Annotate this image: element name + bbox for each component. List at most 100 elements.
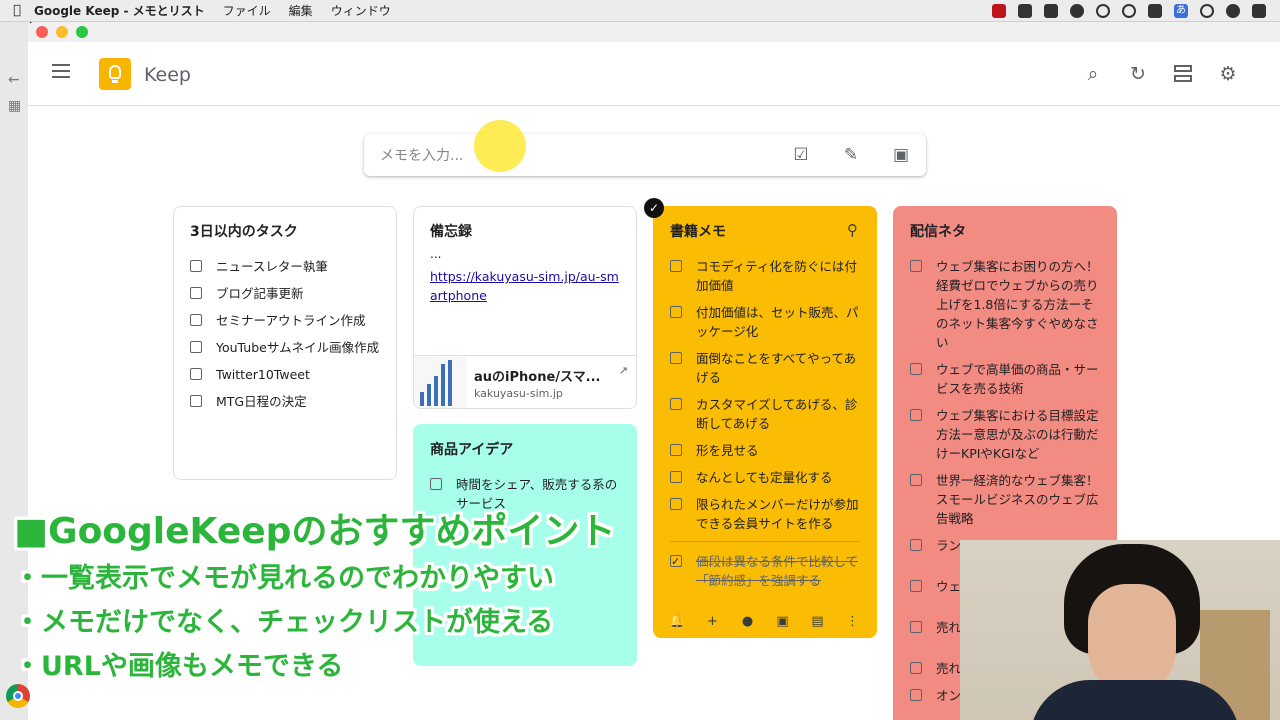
checkbox-icon[interactable]: [190, 341, 202, 353]
maximize-window-button[interactable]: [76, 26, 88, 38]
siri-icon[interactable]: [1226, 3, 1240, 18]
reminder-icon[interactable]: 🔔: [666, 614, 690, 629]
back-arrow-icon: ←: [8, 72, 20, 88]
list-item[interactable]: カスタマイズしてあげる、診断してあげる: [670, 395, 864, 433]
list-item[interactable]: 面倒なことをすべてやってあげる: [670, 349, 864, 387]
list-item[interactable]: ウェブ集客にお困りの方へ！経費ゼロでウェブからの売り上げを1.8倍にする方法ーそ…: [910, 257, 1104, 352]
take-note-input[interactable]: メモを入力... ☑ ✎ ▣: [364, 134, 926, 176]
more-icon[interactable]: ⋮: [841, 614, 865, 629]
checkbox-icon[interactable]: [910, 409, 922, 421]
menu-edit[interactable]: 編集: [289, 2, 313, 19]
main-menu-icon[interactable]: [52, 64, 70, 78]
checkbox-icon[interactable]: [670, 306, 682, 318]
search-icon[interactable]: [1081, 62, 1105, 86]
take-note-placeholder: メモを入力...: [380, 148, 464, 164]
apple-icon[interactable]: : [0, 3, 34, 18]
list-item[interactable]: ニュースレター執筆: [190, 257, 384, 276]
menu-app-name[interactable]: Google Keep - メモとリスト: [34, 2, 205, 19]
pin-icon[interactable]: ⚲: [847, 221, 858, 239]
list-item[interactable]: コモディティ化を防ぐには付加価値: [670, 257, 864, 295]
list-item[interactable]: なんとしても定量化する: [670, 468, 864, 487]
minimize-window-button[interactable]: [56, 26, 68, 38]
spotlight-icon[interactable]: [1200, 3, 1214, 18]
timer-icon[interactable]: [1096, 3, 1110, 18]
checkbox-icon[interactable]: [430, 478, 442, 490]
checkbox-icon[interactable]: [670, 471, 682, 483]
webcam-overlay: [960, 540, 1280, 720]
list-item[interactable]: ウェブ集客における目標設定方法ー意思が及ぶのは行動だけーKPIやKGIなど: [910, 406, 1104, 463]
checkbox-icon[interactable]: [190, 260, 202, 272]
note-link[interactable]: https://kakuyasu-sim.jp/au-smartphone: [430, 267, 620, 305]
checkbox-icon[interactable]: [910, 474, 922, 486]
checkbox-icon[interactable]: [670, 352, 682, 364]
wifi-icon[interactable]: [1122, 3, 1136, 18]
checkbox-icon[interactable]: [910, 621, 922, 633]
refresh-icon[interactable]: [1126, 62, 1150, 86]
caption-bullet: ・メモだけでなく、チェックリストが使える: [14, 607, 554, 638]
list-item[interactable]: MTG日程の決定: [190, 392, 384, 411]
keep-logo-icon: [99, 58, 131, 90]
checkbox-icon[interactable]: [910, 363, 922, 375]
list-item[interactable]: セミナーアウトライン作成: [190, 311, 384, 330]
list-item[interactable]: 付加価値は、セット販売、パッケージ化: [670, 303, 864, 341]
selected-check-icon[interactable]: ✓: [644, 198, 664, 218]
new-drawing-icon[interactable]: ✎: [826, 145, 876, 165]
checkbox-icon[interactable]: [190, 368, 202, 380]
checkbox-icon[interactable]: [910, 539, 922, 551]
collaborator-icon[interactable]: +: [701, 614, 725, 629]
list-item[interactable]: 限られたメンバーだけが参加できる会員サイトを作る: [670, 495, 864, 533]
checkbox-icon[interactable]: [910, 260, 922, 272]
checkbox-icon[interactable]: [910, 689, 922, 701]
chrome-icon[interactable]: [6, 684, 30, 708]
menu-window[interactable]: ウィンドウ: [331, 2, 391, 19]
macos-menubar:  Google Keep - メモとリスト ファイル 編集 ウィンドウ あ: [0, 0, 1280, 22]
link-preview[interactable]: auのiPhone/スマ... kakuyasu-sim.jp ↗: [414, 355, 636, 408]
notification-center-icon[interactable]: [1252, 3, 1266, 18]
list-item[interactable]: ウェブで高単価の商品・サービスを売る技術: [910, 360, 1104, 398]
list-item[interactable]: 世界一経済的なウェブ集客！スモールビジネスのウェブ広告戦略: [910, 471, 1104, 528]
list-view-icon[interactable]: [1171, 62, 1195, 86]
checkbox-icon[interactable]: [910, 662, 922, 674]
note-books[interactable]: 書籍メモ ⚲ コモディティ化を防ぐには付加価値 付加価値は、セット販売、パッケー…: [653, 206, 877, 638]
close-window-button[interactable]: [36, 26, 48, 38]
note-title: 配信ネタ: [910, 224, 966, 240]
archive-icon[interactable]: ▤: [806, 614, 830, 629]
checked-list-item[interactable]: 価段は異なる条件で比較して「節約感」を強調する: [670, 552, 864, 590]
checked-checkbox-icon[interactable]: [670, 552, 682, 571]
open-link-icon[interactable]: ↗: [619, 364, 628, 377]
checkbox-icon[interactable]: [670, 260, 682, 272]
new-image-icon[interactable]: ▣: [876, 145, 926, 165]
checkbox-icon[interactable]: [670, 498, 682, 510]
palette-icon[interactable]: ●: [736, 614, 760, 629]
settings-icon[interactable]: [1216, 62, 1240, 86]
checked-divider: [670, 541, 860, 542]
checkbox-icon[interactable]: [190, 395, 202, 407]
list-item[interactable]: YouTubeサムネイル画像作成: [190, 338, 384, 357]
list-item[interactable]: 形を見せる: [670, 441, 864, 460]
new-list-icon[interactable]: ☑: [776, 145, 826, 165]
recording-icon[interactable]: [992, 3, 1006, 18]
menu-file[interactable]: ファイル: [223, 2, 271, 19]
preview-thumbnail: [414, 356, 466, 408]
dropbox-icon[interactable]: [1018, 3, 1032, 18]
list-item[interactable]: ブログ記事更新: [190, 284, 384, 303]
checkbox-icon[interactable]: [190, 314, 202, 326]
clipboard-icon[interactable]: [1044, 3, 1058, 18]
checkbox-icon[interactable]: [670, 444, 682, 456]
checkbox-icon[interactable]: [190, 287, 202, 299]
checkbox-icon[interactable]: [910, 580, 922, 592]
input-method-icon[interactable]: あ: [1174, 3, 1188, 18]
add-image-icon[interactable]: ▣: [771, 614, 795, 629]
menubar-tray: あ: [992, 3, 1280, 18]
note-toolbar: 🔔 + ● ▣ ▤ ⋮: [654, 614, 876, 629]
battery-icon[interactable]: [1148, 3, 1162, 18]
list-item[interactable]: Twitter10Tweet: [190, 365, 384, 384]
preview-title: auのiPhone/スマ...: [474, 369, 601, 385]
cloud-icon[interactable]: [1070, 3, 1084, 18]
note-tasks[interactable]: 3日以内のタスク ニュースレター執筆 ブログ記事更新 セミナーアウトライン作成 …: [173, 206, 397, 480]
app-title: Keep: [144, 64, 191, 86]
note-title: 備忘録: [430, 224, 472, 240]
note-memo[interactable]: 備忘録 ... https://kakuyasu-sim.jp/au-smart…: [413, 206, 637, 409]
checkbox-icon[interactable]: [670, 398, 682, 410]
note-title: 商品アイデア: [430, 442, 514, 458]
